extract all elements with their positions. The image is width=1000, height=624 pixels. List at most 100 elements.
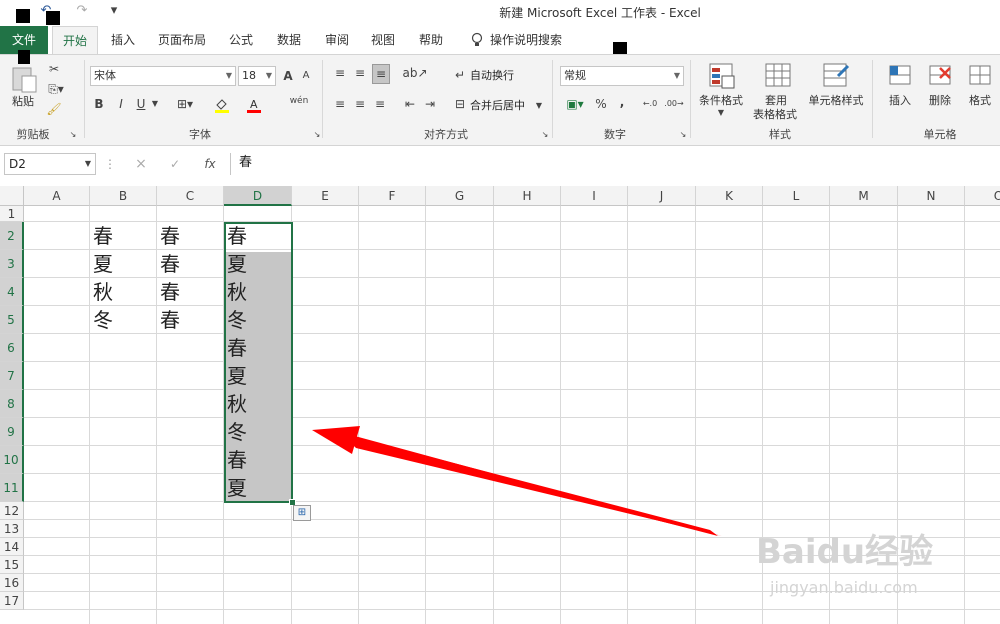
column-header-j[interactable]: J: [628, 186, 696, 206]
column-header-g[interactable]: G: [426, 186, 494, 206]
decrease-decimal-icon[interactable]: .00→: [664, 95, 684, 113]
fill-color-icon[interactable]: [214, 97, 230, 113]
cell-styles-icon[interactable]: [822, 62, 850, 90]
bold-button[interactable]: B: [92, 95, 106, 113]
tab-home[interactable]: 开始: [52, 26, 98, 55]
dialog-launcher-icon[interactable]: ↘: [678, 126, 688, 144]
cell-c5[interactable]: 春: [157, 306, 224, 334]
decrease-font-button[interactable]: A: [298, 67, 314, 85]
number-format-combo[interactable]: 常规 ▼: [560, 66, 684, 86]
format-button[interactable]: 格式: [962, 92, 998, 108]
tab-help[interactable]: 帮助: [412, 26, 450, 54]
customize-toolbar-icon[interactable]: ▾: [108, 3, 120, 21]
row-header-7[interactable]: 7: [0, 362, 24, 390]
dialog-launcher-icon[interactable]: ↘: [312, 126, 322, 144]
accounting-format-icon[interactable]: ▣▾: [562, 95, 588, 113]
insert-button[interactable]: 插入: [882, 92, 918, 108]
delete-cells-icon[interactable]: [926, 62, 954, 90]
row-header-8[interactable]: 8: [0, 390, 24, 418]
column-header-i[interactable]: I: [561, 186, 628, 206]
insert-cells-icon[interactable]: [886, 62, 914, 90]
row-header-17[interactable]: 17: [0, 592, 24, 610]
tab-formulas[interactable]: 公式: [222, 26, 260, 54]
row-header-4[interactable]: 4: [0, 278, 24, 306]
font-name-combo[interactable]: 宋体 ▼: [90, 66, 236, 86]
wrap-text-button[interactable]: 自动换行: [470, 67, 530, 83]
merge-center-button[interactable]: 合并后居中: [470, 97, 534, 113]
row-header-9[interactable]: 9: [0, 418, 24, 446]
align-top-icon[interactable]: ≡: [332, 64, 348, 82]
row-header-6[interactable]: 6: [0, 334, 24, 362]
column-header-d[interactable]: D: [224, 186, 292, 206]
cell-b5[interactable]: 冬: [90, 306, 157, 334]
select-all-corner[interactable]: [0, 186, 24, 206]
redo-icon[interactable]: ↷: [74, 3, 90, 21]
increase-indent-icon[interactable]: ⇥: [422, 95, 438, 113]
row-header-5[interactable]: 5: [0, 306, 24, 334]
column-header-n[interactable]: N: [898, 186, 965, 206]
font-color-icon[interactable]: A: [246, 97, 262, 113]
cut-icon[interactable]: ✂: [44, 60, 64, 78]
delete-button[interactable]: 删除: [922, 92, 958, 108]
font-size-combo[interactable]: 18 ▼: [238, 66, 276, 86]
format-cells-icon[interactable]: [966, 62, 994, 90]
column-header-f[interactable]: F: [359, 186, 426, 206]
tell-me-search[interactable]: 操作说明搜索: [490, 26, 570, 54]
copy-icon[interactable]: ⎘▾: [44, 80, 68, 98]
enter-icon[interactable]: ✓: [166, 155, 184, 173]
wrap-text-icon[interactable]: ↵: [452, 66, 468, 84]
dialog-launcher-icon[interactable]: ↘: [68, 126, 78, 144]
align-left-icon[interactable]: ≡: [332, 95, 348, 113]
underline-button[interactable]: U: [134, 95, 148, 113]
format-as-table-button-line2[interactable]: 表格格式: [746, 106, 804, 122]
align-middle-icon[interactable]: ≡: [352, 64, 368, 82]
row-header-10[interactable]: 10: [0, 446, 24, 474]
column-header-h[interactable]: H: [494, 186, 561, 206]
phonetic-guide-button[interactable]: wén: [286, 92, 312, 110]
column-header-m[interactable]: M: [830, 186, 898, 206]
column-header-c[interactable]: C: [157, 186, 224, 206]
column-header-l[interactable]: L: [763, 186, 830, 206]
save-icon[interactable]: [16, 9, 30, 23]
borders-icon[interactable]: ⊞▾: [172, 95, 198, 113]
cell-c4[interactable]: 春: [157, 278, 224, 306]
tab-data[interactable]: 数据: [270, 26, 308, 54]
percent-button[interactable]: %: [594, 95, 608, 113]
cell-c2[interactable]: 春: [157, 222, 224, 250]
column-header-e[interactable]: E: [292, 186, 359, 206]
row-header-12[interactable]: 12: [0, 502, 24, 520]
column-header-b[interactable]: B: [90, 186, 157, 206]
row-header-14[interactable]: 14: [0, 538, 24, 556]
row-header-11[interactable]: 11: [0, 474, 24, 502]
increase-decimal-icon[interactable]: ←.0: [640, 95, 660, 113]
cell-b3[interactable]: 夏: [90, 250, 157, 278]
row-header-3[interactable]: 3: [0, 250, 24, 278]
format-as-table-icon[interactable]: [764, 62, 792, 90]
align-right-icon[interactable]: ≡: [372, 95, 388, 113]
italic-button[interactable]: I: [114, 95, 128, 113]
cell-c3[interactable]: 春: [157, 250, 224, 278]
conditional-dropdown-icon[interactable]: ▼: [714, 104, 728, 122]
cell-b2[interactable]: 春: [90, 222, 157, 250]
paste-button[interactable]: 粘贴: [6, 93, 40, 109]
comma-button[interactable]: ,: [616, 93, 628, 111]
name-box-dropdown-icon[interactable]: ▼: [82, 155, 94, 173]
cell-styles-button[interactable]: 单元格样式: [806, 92, 866, 108]
dialog-launcher-icon[interactable]: ↘: [540, 126, 550, 144]
merge-center-icon[interactable]: ⊟: [452, 95, 468, 113]
align-bottom-icon[interactable]: ≡: [372, 64, 390, 84]
column-header-k[interactable]: K: [696, 186, 763, 206]
tab-view[interactable]: 视图: [364, 26, 402, 54]
undo-dropdown-icon[interactable]: [46, 11, 60, 25]
decrease-indent-icon[interactable]: ⇤: [402, 95, 418, 113]
conditional-format-icon[interactable]: [708, 62, 736, 90]
row-header-1[interactable]: 1: [0, 206, 24, 222]
tab-insert[interactable]: 插入: [104, 26, 142, 54]
row-header-2[interactable]: 2: [0, 222, 24, 250]
merge-dropdown-icon[interactable]: ▼: [534, 97, 544, 115]
row-header-16[interactable]: 16: [0, 574, 24, 592]
tab-review[interactable]: 审阅: [318, 26, 356, 54]
formula-input[interactable]: 春: [230, 153, 998, 175]
align-center-icon[interactable]: ≡: [352, 95, 368, 113]
format-painter-icon[interactable]: 🖌: [44, 100, 64, 118]
